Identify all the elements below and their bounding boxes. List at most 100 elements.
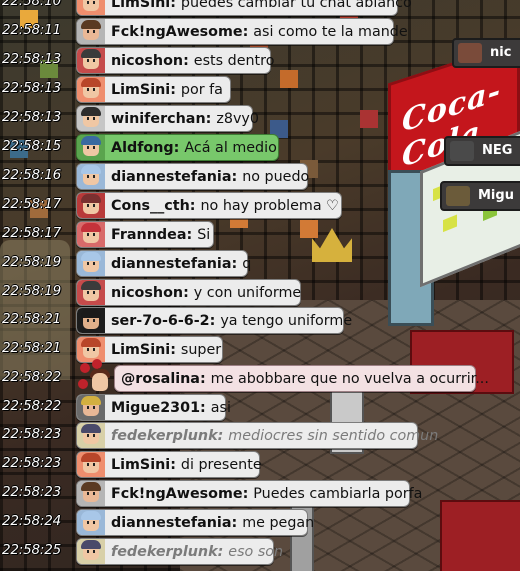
chat-bubble[interactable]: Aldfong: Acá al medio bbox=[76, 134, 279, 161]
user-avatar-icon[interactable] bbox=[77, 510, 105, 535]
chat-bubble[interactable]: LimSini: puedes cambiar tu chat ablanco bbox=[76, 0, 412, 16]
chat-message[interactable]: 22:58:23 Fck!ngAwesome: Puedes cambiarla … bbox=[0, 480, 520, 507]
user-avatar-icon[interactable] bbox=[77, 423, 105, 448]
message-body: Si bbox=[197, 226, 211, 243]
message-timestamp: 22:58:25 bbox=[2, 542, 62, 558]
username-separator: : bbox=[231, 255, 243, 272]
username-separator: : bbox=[217, 427, 229, 444]
message-username[interactable]: LimSini bbox=[111, 0, 170, 11]
message-text: ser-7o-6-6-2: ya tengo uniforme bbox=[111, 313, 360, 329]
user-avatar-icon[interactable] bbox=[77, 539, 105, 564]
chat-message[interactable]: 22:58:19 nicoshon: y con uniforme bbox=[0, 279, 520, 306]
chat-bubble[interactable]: ser-7o-6-6-2: ya tengo uniforme bbox=[76, 307, 352, 334]
user-avatar-icon[interactable] bbox=[77, 106, 105, 131]
message-timestamp: 22:58:13 bbox=[2, 51, 62, 67]
chat-message[interactable]: 22:58:24 diannestefania: me pegan bbox=[0, 509, 520, 536]
chat-message[interactable]: 22:58:10 LimSini: puedes cambiar tu chat … bbox=[0, 0, 520, 16]
message-username[interactable]: Migue2301 bbox=[111, 400, 200, 416]
chat-message[interactable]: 22:58:23 LimSini: di presente bbox=[0, 451, 520, 478]
message-username[interactable]: winiferchan bbox=[111, 111, 206, 127]
message-username[interactable]: LimSini bbox=[111, 457, 170, 473]
message-username[interactable]: Fck!ngAwesome bbox=[111, 24, 243, 40]
message-text: Franndea: Si bbox=[111, 227, 218, 243]
user-avatar-icon[interactable] bbox=[77, 280, 105, 305]
message-username[interactable]: diannestefania bbox=[111, 515, 231, 531]
message-body: y con uniforme bbox=[193, 284, 302, 301]
message-username[interactable]: fedekerplunk bbox=[111, 428, 218, 444]
message-username[interactable]: Fck!ngAwesome bbox=[111, 486, 243, 502]
chat-bubble[interactable]: Fck!ngAwesome: Puedes cambiarla porfa bbox=[76, 480, 422, 507]
message-timestamp: 22:58:19 bbox=[2, 254, 62, 270]
username-separator: : bbox=[205, 110, 217, 127]
message-username[interactable]: diannestefania bbox=[111, 256, 231, 272]
message-username[interactable]: fedekerplunk bbox=[111, 544, 218, 560]
chat-message[interactable]: 22:58:19 diannestefania: q bbox=[0, 250, 520, 277]
chat-bubble[interactable]: @rosalina: me abobbare que no vuelva a o… bbox=[114, 365, 489, 392]
username-separator: : bbox=[189, 197, 201, 214]
chat-bubble[interactable]: nicoshon: y con uniforme bbox=[76, 279, 301, 306]
message-username[interactable]: nicoshon bbox=[111, 285, 183, 301]
chat-bubble[interactable]: LimSini: por fa bbox=[76, 76, 231, 103]
username-separator: : bbox=[186, 226, 198, 243]
username-separator: : bbox=[170, 456, 181, 473]
user-avatar-icon[interactable] bbox=[77, 48, 105, 73]
chat-bubble[interactable]: winiferchan: z8vy0 bbox=[76, 105, 259, 132]
chat-message[interactable]: 22:58:13 nicoshon: ests dentro bbox=[0, 47, 520, 74]
chat-message[interactable]: 22:58:21 ser-7o-6-6-2: ya tengo uniforme bbox=[0, 307, 520, 334]
chat-message[interactable]: 22:58:13 LimSini: por fa bbox=[0, 76, 520, 103]
chat-message[interactable]: 22:58:17 Franndea: Si bbox=[0, 221, 520, 248]
user-avatar-icon[interactable] bbox=[77, 164, 105, 189]
message-body: asi como te la mande bbox=[253, 23, 408, 40]
user-avatar-icon[interactable] bbox=[77, 251, 105, 276]
chat-bubble[interactable]: Fck!ngAwesome: asi como te la mande bbox=[76, 18, 408, 45]
chat-message[interactable]: 22:58:22 @rosalina: me abobbare que no vu… bbox=[0, 359, 520, 392]
message-username[interactable]: Cons__cth bbox=[111, 198, 190, 214]
message-text: LimSini: puedes cambiar tu chat ablanco bbox=[111, 0, 420, 11]
chat-bubble[interactable]: diannestefania: q bbox=[76, 250, 251, 277]
chat-bubble[interactable]: fedekerplunk: mediocres sin sentido comu… bbox=[76, 422, 438, 449]
chat-message[interactable]: 22:58:16 diannestefania: no puedo bbox=[0, 163, 520, 190]
chat-message[interactable]: 22:58:17 Cons__cth: no hay problema ♡ bbox=[0, 192, 520, 219]
message-username[interactable]: LimSini bbox=[111, 342, 170, 358]
user-avatar-icon[interactable] bbox=[77, 0, 105, 15]
user-avatar-icon[interactable] bbox=[76, 357, 118, 399]
chat-message[interactable]: 22:58:25 fedekerplunk: eso son bbox=[0, 538, 520, 565]
user-avatar-icon[interactable] bbox=[77, 395, 105, 420]
message-text: nicoshon: y con uniforme bbox=[111, 285, 309, 301]
message-username[interactable]: diannestefania bbox=[111, 169, 231, 185]
username-separator: : bbox=[209, 312, 221, 329]
message-username[interactable]: nicoshon bbox=[111, 53, 183, 69]
message-timestamp: 22:58:19 bbox=[2, 283, 62, 299]
message-username[interactable]: LimSini bbox=[111, 82, 170, 98]
chat-bubble[interactable]: Cons__cth: no hay problema ♡ bbox=[76, 192, 342, 219]
user-avatar-icon[interactable] bbox=[77, 452, 105, 477]
message-username[interactable]: ser-7o-6-6-2 bbox=[111, 313, 210, 329]
message-username[interactable]: Franndea bbox=[111, 227, 186, 243]
user-avatar-icon[interactable] bbox=[77, 19, 105, 44]
chat-message[interactable]: 22:58:13 winiferchan: z8vy0 bbox=[0, 105, 520, 132]
message-username[interactable]: @rosalina bbox=[121, 371, 200, 387]
user-avatar-icon[interactable] bbox=[77, 481, 105, 506]
chat-bubble[interactable]: Franndea: Si bbox=[76, 221, 214, 248]
message-text: nicoshon: ests dentro bbox=[111, 53, 282, 69]
user-avatar-icon[interactable] bbox=[77, 193, 105, 218]
chat-bubble[interactable]: LimSini: di presente bbox=[76, 451, 262, 478]
user-avatar-icon[interactable] bbox=[77, 222, 105, 247]
username-separator: : bbox=[170, 0, 181, 11]
username-separator: : bbox=[242, 23, 254, 40]
user-avatar-icon[interactable] bbox=[77, 135, 105, 160]
chat-message[interactable]: 22:58:11 Fck!ngAwesome: asi como te la ma… bbox=[0, 18, 520, 45]
username-separator: : bbox=[183, 284, 194, 301]
chat-message[interactable]: 22:58:15 Aldfong: Acá al medio bbox=[0, 134, 520, 161]
chat-bubble[interactable]: fedekerplunk: eso son bbox=[76, 538, 283, 565]
chat-bubble[interactable]: nicoshon: ests dentro bbox=[76, 47, 274, 74]
message-timestamp: 22:58:22 bbox=[2, 369, 62, 385]
chat-bubble[interactable]: diannestefania: me pegan bbox=[76, 509, 314, 536]
chat-bubble[interactable]: diannestefania: no puedo bbox=[76, 163, 309, 190]
chat-bubble[interactable]: Migue2301: asi bbox=[76, 394, 231, 421]
user-avatar-icon[interactable] bbox=[77, 308, 105, 333]
user-avatar-icon[interactable] bbox=[77, 77, 105, 102]
chat-message[interactable]: 22:58:23 fedekerplunk: mediocres sin sent… bbox=[0, 422, 520, 449]
chat-message[interactable]: 22:58:22 Migue2301: asi bbox=[0, 394, 520, 421]
message-username[interactable]: Aldfong bbox=[111, 140, 174, 156]
